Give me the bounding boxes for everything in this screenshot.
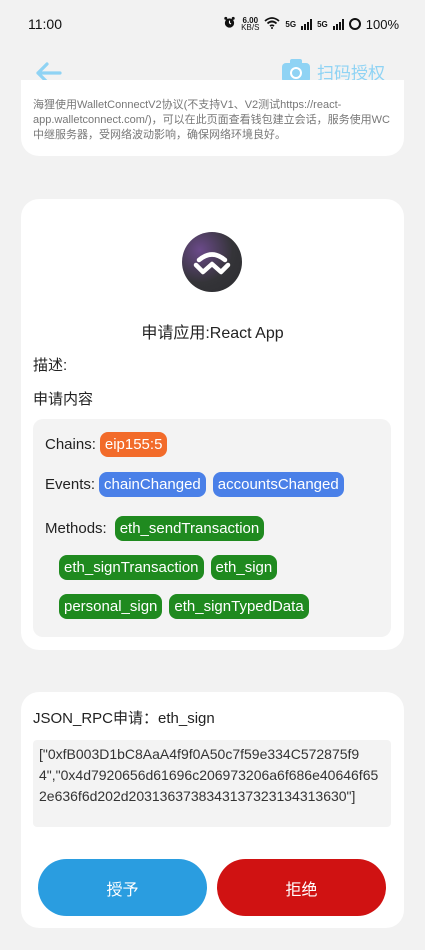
speed-unit: KB/S — [241, 23, 260, 32]
protocol-notice-text: 海狸使用WalletConnectV2协议(不支持V1、V2测试https://… — [33, 99, 390, 141]
signal-icon-2 — [332, 18, 344, 30]
method-chip: eth_signTypedData — [169, 594, 309, 619]
event-chip: chainChanged — [99, 472, 206, 497]
method-chip: eth_sign — [210, 555, 278, 580]
methods-row-2: eth_signTransaction eth_sign — [59, 555, 278, 580]
description-label: 描述: — [33, 357, 68, 374]
event-chip: accountsChanged — [212, 472, 344, 497]
chains-row: Chains: eip155:5 — [45, 432, 168, 457]
rpc-payload: ["0xfB003D1bC8AaA4f9f0A50c7f59e334C57287… — [33, 740, 391, 827]
battery-percent: 100% — [365, 16, 399, 32]
method-chip: eth_sendTransaction — [114, 516, 265, 541]
method-chip: eth_signTransaction — [59, 555, 204, 580]
permissions-box: Chains: eip155:5 Events: chainChanged ac… — [33, 419, 391, 637]
signal-icon-1 — [301, 18, 313, 30]
approve-button[interactable]: 授予 — [38, 859, 207, 916]
events-label: Events: — [45, 476, 96, 493]
requesting-app-name: 申请应用:React App — [141, 325, 284, 342]
sim1-label: 5G — [285, 19, 297, 29]
walletconnect-logo-icon — [193, 252, 231, 275]
battery-ring-icon — [348, 18, 361, 30]
request-content-label: 申请内容 — [33, 391, 94, 408]
chain-chip: eip155:5 — [99, 432, 168, 457]
methods-row-3: personal_sign eth_signTypedData — [59, 594, 309, 619]
status-icons: 6.00 KB/S 5G 5G 100% — [223, 16, 399, 32]
chains-label: Chains: — [45, 436, 96, 453]
rpc-method-title: JSON_RPC申请：eth_sign — [33, 710, 215, 727]
status-bar: 11:00 6.00 KB/S 5G 5G 100% — [0, 0, 425, 48]
protocol-notice-card: 海狸使用WalletConnectV2协议(不支持V1、V2测试https://… — [21, 80, 404, 156]
methods-row: Methods: eth_sendTransaction — [45, 516, 265, 541]
methods-label: Methods: — [45, 520, 107, 537]
json-rpc-request-card: JSON_RPC申请：eth_sign ["0xfB003D1bC8AaA4f9… — [21, 692, 404, 928]
method-chip: personal_sign — [59, 594, 163, 619]
reject-button[interactable]: 拒绝 — [217, 859, 386, 916]
events-row: Events: chainChanged accountsChanged — [45, 472, 344, 497]
app-logo — [182, 232, 242, 292]
alarm-icon — [223, 16, 236, 32]
status-time: 11:00 — [28, 16, 62, 32]
sim2-label: 5G — [317, 19, 328, 29]
session-request-card: 申请应用:React App 描述: 申请内容 Chains: eip155:5… — [21, 199, 404, 650]
wifi-icon — [264, 16, 280, 32]
network-speed: 6.00 KB/S — [241, 17, 260, 32]
